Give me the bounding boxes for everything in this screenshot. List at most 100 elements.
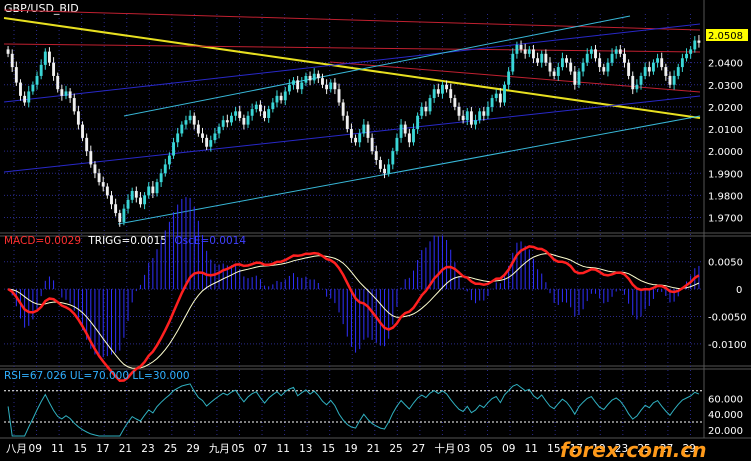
candle-body [76,111,80,125]
candle-body [478,111,482,121]
candle-body [221,120,225,127]
candle-body [685,53,688,59]
candle-body [354,137,358,143]
candle-body [469,111,473,125]
x-tick-label: 05 [480,443,493,455]
candle-body [639,75,643,85]
candle-body [345,115,349,130]
candle-body [656,58,660,63]
candle-body [143,195,147,205]
candle-body [349,129,353,138]
candle-body [374,151,378,160]
macd-tick-label: 0.0050 [708,258,743,269]
candle-body [486,106,490,116]
macd-tick-label: 0 [736,285,742,296]
candle-body [631,75,635,90]
candle-body [602,67,606,72]
candle-body [589,49,593,54]
candle-body [292,80,295,85]
candle-body [503,84,506,103]
x-tick-label: 27 [412,443,425,455]
candle-body [296,80,300,90]
candle-body [536,58,540,63]
candle-body [672,75,676,85]
price-tick-label: 1.9900 [708,169,743,180]
x-tick-label: 07 [254,443,267,455]
x-tick-label: 八月 [6,443,27,455]
candle-body [89,151,93,165]
candle-body [610,53,614,63]
candle-body [614,49,618,54]
candle-body [321,78,324,85]
candle-body [676,67,680,76]
candle-body [205,137,209,147]
candle-body [155,182,159,194]
x-tick-label: 15 [74,443,87,455]
candle-body [664,67,668,76]
candle-body [126,199,130,209]
candle-body [275,95,279,103]
candle-body [242,117,246,125]
candle-body [623,53,626,63]
candle-body [407,133,411,143]
candle-body [560,58,564,68]
candle-body [10,53,14,68]
price-tick-label: 2.0000 [708,147,743,158]
candle-body [47,51,51,63]
candle-body [234,111,238,116]
candle-body [72,98,76,112]
chart-window: GBP/USD_BID 2.0400 2.0300 2.0200 2.0100 2.00… [0,0,751,461]
candle-body [139,197,142,205]
candle-body [490,98,494,107]
candle-body [569,62,573,72]
candle-body [209,140,213,147]
watermark: forex.com.cn [560,438,707,461]
price-tick-label: 2.0300 [708,81,743,92]
candle-body [362,124,366,134]
candle-body [147,186,151,196]
candle-body [598,58,602,68]
candle-body [250,109,254,116]
candle-body [660,58,664,68]
candle-body [416,115,420,130]
candle-body [134,190,138,198]
x-tick-label: 17 [96,443,109,455]
rsi-panel: RSI=67.026 UL=70.000 LL=30.000 60.000 40.… [4,370,743,437]
candle-body [627,62,631,76]
x-tick-label: 13 [299,443,312,455]
candle-body [668,75,672,85]
candle-body [378,160,382,169]
x-tick-label: 09 [29,443,42,455]
chart-canvas: GBP/USD_BID 2.0400 2.0300 2.0200 2.0100 2.00… [0,0,751,461]
candle-body [31,84,35,92]
macd-panel-title: MACD=0.0029 TRIGG=0.0015 OscE=0.0014 [4,235,246,247]
candle-body [114,204,118,214]
candle-body [267,109,271,118]
x-tick-label: 25 [164,443,177,455]
candle-body [159,173,163,183]
candle-body [395,137,399,152]
x-tick-label: 11 [277,443,290,455]
candle-body [35,75,39,85]
candle-body [287,84,291,92]
rsi-tick-label: 20.000 [708,426,743,437]
candle-body [544,53,548,63]
candle-body [635,84,639,90]
candle-body [60,89,64,96]
price-panel: GBP/USD_BID 2.0400 2.0300 2.0200 2.0100 2.00… [3,2,748,227]
candle-body [436,89,440,94]
candle-body [548,62,552,72]
candle-body [618,49,622,54]
trigg-value-label: TRIGG=0.0015 [87,235,167,247]
candle-body [532,49,535,59]
x-tick-label: 25 [389,443,402,455]
x-tick-label: 11 [525,443,538,455]
candle-body [188,115,192,121]
candle-body [110,195,113,205]
trendline-red-lower [329,61,701,93]
x-tick-label: 29 [186,443,199,455]
candle-body [573,71,577,85]
candle-body [432,89,436,99]
candle-body [180,124,184,134]
candle-body [172,142,175,156]
